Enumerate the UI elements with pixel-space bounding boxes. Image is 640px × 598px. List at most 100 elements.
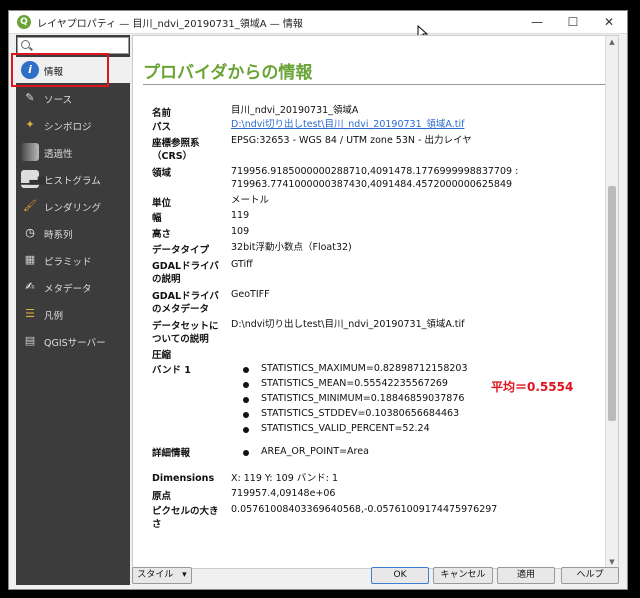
dimensions-value: X: 119 Y: 109 バンド: 1: [231, 473, 339, 484]
heading-divider: [143, 84, 605, 85]
sidebar-item-label: ソース: [44, 95, 73, 106]
unit-value: メートル: [231, 195, 270, 206]
driver-meta-label-2: のメタデータ: [152, 304, 210, 315]
bullet: [243, 427, 249, 433]
mean-annotation: 平均＝0.5554: [491, 380, 574, 394]
sidebar-item-symbology[interactable]: ✦ シンボロジ: [16, 112, 130, 138]
sidebar-item-label: レンダリング: [44, 203, 102, 214]
bullet: [243, 450, 249, 456]
crs-value: EPSG:32653 - WGS 84 / UTM zone 53N - 出力レ…: [231, 135, 472, 146]
scroll-up-icon[interactable]: ▲: [608, 38, 616, 46]
apply-button[interactable]: 適用: [497, 567, 555, 584]
sidebar-item-label: 透過性: [44, 149, 73, 160]
driver-desc-value: GTiff: [231, 259, 253, 270]
sidebar-item-transparency[interactable]: 透過性: [16, 139, 130, 165]
sidebar-item-source[interactable]: ✎ ソース: [16, 85, 130, 111]
symbology-icon: ✦: [25, 118, 35, 131]
datatype-label: データタイプ: [152, 245, 210, 256]
sidebar-item-label: 時系列: [44, 230, 73, 241]
driver-desc-label: GDALドライバ: [152, 261, 219, 272]
sidebar: i 情報 ✎ ソース ✦ シンボロジ 透過性 ▁▃▅ ヒストグラム 🖌 レンダリ…: [16, 35, 130, 585]
pixel-size-label-2: さ: [152, 519, 162, 530]
more-info-value: AREA_OR_POINT=Area: [261, 446, 369, 457]
sidebar-item-temporal[interactable]: ◷ 時系列: [16, 220, 130, 246]
band-stat-min: STATISTICS_MINIMUM=0.18846859037876: [261, 393, 465, 404]
minimize-button[interactable]: —: [519, 11, 555, 33]
sidebar-item-label: シンボロジ: [44, 122, 92, 133]
ok-button[interactable]: OK: [371, 567, 429, 584]
highlight-box: [11, 53, 109, 87]
sidebar-item-label: ピラミッド: [44, 257, 92, 268]
band-label: バンド 1: [152, 365, 191, 376]
path-label: パス: [152, 122, 172, 133]
compression-label: 圧縮: [152, 350, 172, 361]
bullet: [243, 382, 249, 388]
driver-desc-label-2: の説明: [152, 274, 181, 285]
height-value: 109: [231, 226, 250, 237]
name-label: 名前: [152, 108, 172, 119]
window-title: レイヤプロパティ — 目川_ndvi_20190731_領域A — 情報: [37, 19, 303, 30]
transparency-icon: [21, 143, 39, 161]
origin-label: 原点: [152, 491, 172, 502]
sidebar-item-histogram[interactable]: ▁▃▅ ヒストグラム: [16, 166, 130, 192]
extent-value-1: 719956.9185000000288710,4091478.17769999…: [231, 166, 519, 177]
info-panel: プロバイダからの情報 名前 目川_ndvi_20190731_領域A パス D:…: [132, 35, 619, 569]
title-bar: Q レイヤプロパティ — 目川_ndvi_20190731_領域A — 情報 —…: [9, 11, 627, 41]
sidebar-item-pyramids[interactable]: ▦ ピラミッド: [16, 247, 130, 273]
scroll-thumb[interactable]: [608, 186, 616, 421]
band-stat-max: STATISTICS_MAXIMUM=0.82898712158203: [261, 363, 468, 374]
sidebar-search-input[interactable]: [17, 37, 129, 54]
style-label: スタイル: [137, 570, 174, 580]
sidebar-item-label: メタデータ: [44, 284, 92, 295]
bullet: [243, 397, 249, 403]
crs-label: 座標参照系: [152, 138, 200, 149]
name-value: 目川_ndvi_20190731_領域A: [231, 105, 359, 116]
pyramid-icon: ▦: [24, 253, 36, 266]
sidebar-item-label: 凡例: [44, 311, 64, 322]
sidebar-item-label: ヒストグラム: [44, 176, 101, 187]
chevron-down-icon: ▾: [182, 570, 187, 580]
pixel-size-label: ピクセルの大き: [152, 506, 219, 517]
width-value: 119: [231, 210, 250, 221]
server-icon: ▤: [24, 334, 36, 347]
histogram-icon: ▁▃▅: [21, 170, 46, 188]
band-stat-stddev: STATISTICS_STDDEV=0.10380656684463: [261, 408, 460, 419]
sidebar-item-metadata[interactable]: ✍ メタデータ: [16, 274, 130, 300]
search-icon: [21, 40, 30, 49]
sidebar-item-rendering[interactable]: 🖌 レンダリング: [16, 193, 130, 219]
qgis-icon: Q: [17, 15, 31, 29]
page-title: プロバイダからの情報: [143, 63, 313, 83]
scroll-down-icon[interactable]: ▼: [608, 558, 616, 566]
sidebar-item-legend[interactable]: ☰ 凡例: [16, 301, 130, 327]
cancel-button[interactable]: キャンセル: [433, 567, 493, 584]
clock-icon: ◷: [25, 226, 35, 239]
style-dropdown-button[interactable]: スタイル ▾: [132, 567, 192, 584]
maximize-button[interactable]: ☐: [555, 11, 591, 33]
source-icon: ✎: [25, 91, 35, 104]
legend-icon: ☰: [25, 307, 35, 320]
dataset-label: データセットに: [152, 321, 219, 332]
metadata-icon: ✍: [25, 280, 35, 293]
rendering-icon: 🖌: [23, 199, 37, 212]
unit-label: 単位: [152, 198, 172, 209]
close-button[interactable]: ✕: [591, 11, 627, 33]
width-label: 幅: [152, 213, 162, 224]
path-link[interactable]: D:\ndvi切り出しtest\目川_ndvi_20190731_領域A.tif: [231, 118, 464, 131]
origin-value: 719957.4,09148e+06: [231, 488, 336, 499]
pixel-size-value: 0.05761008403369640568,-0.05761009174475…: [231, 504, 498, 515]
bullet: [243, 412, 249, 418]
extent-label: 領域: [152, 168, 172, 179]
vertical-scrollbar[interactable]: ▲ ▼: [605, 36, 618, 568]
height-label: 高さ: [152, 229, 172, 240]
dataset-value: D:\ndvi切り出しtest\目川_ndvi_20190731_領域A.tif: [231, 319, 465, 330]
dimensions-label: Dimensions: [152, 473, 215, 484]
datatype-value: 32bit浮動小数点（Float32): [231, 242, 352, 253]
help-button[interactable]: ヘルプ: [561, 567, 619, 584]
sidebar-item-label: QGISサーバー: [44, 338, 106, 349]
sidebar-item-qgis-server[interactable]: ▤ QGISサーバー: [16, 328, 130, 354]
layer-properties-window: Q レイヤプロパティ — 目川_ndvi_20190731_領域A — 情報 —…: [8, 10, 628, 590]
band-stat-mean: STATISTICS_MEAN=0.55542235567269: [261, 378, 448, 389]
dataset-label-2: ついての説明: [152, 334, 209, 345]
bullet: [243, 367, 249, 373]
more-info-label: 詳細情報: [152, 448, 191, 459]
